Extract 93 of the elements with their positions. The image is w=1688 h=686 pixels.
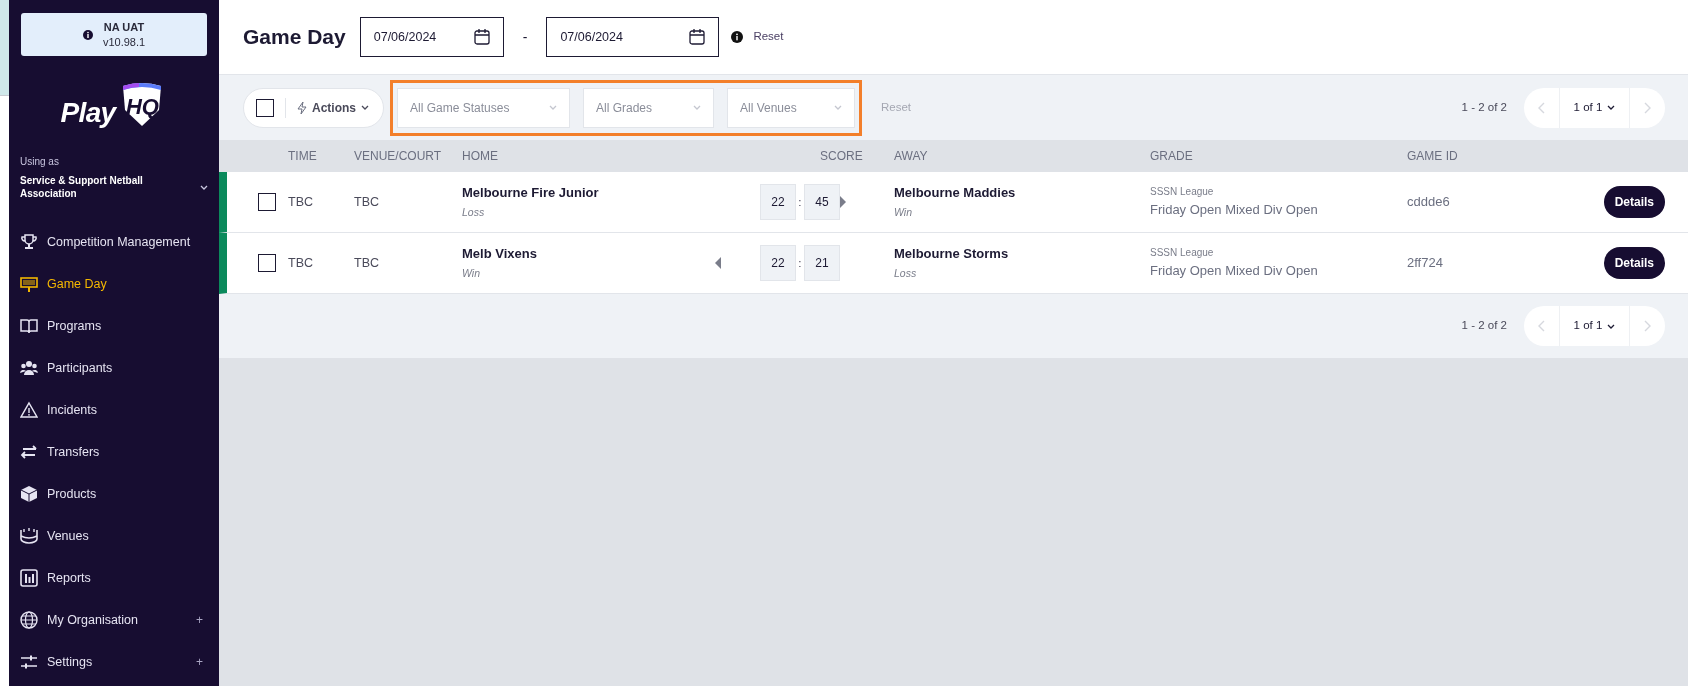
swap-arrows-icon bbox=[20, 443, 38, 461]
column-header: AWAY bbox=[894, 148, 929, 165]
scoreboard-icon bbox=[20, 275, 38, 293]
column-header: HOME bbox=[462, 148, 499, 165]
sliders-icon bbox=[20, 653, 38, 671]
score-box: 22 bbox=[760, 184, 796, 220]
chevron-down-icon bbox=[361, 105, 369, 110]
nav-item[interactable]: Game Day bbox=[9, 263, 219, 305]
column-header: VENUE/COURT bbox=[354, 148, 443, 165]
chevron-right-icon bbox=[1644, 101, 1651, 114]
filter-dropdown[interactable]: All Grades bbox=[583, 87, 714, 128]
grade-name: Friday Open Mixed Div Open bbox=[1150, 262, 1319, 281]
caption-text: Using as bbox=[20, 155, 60, 169]
table-cell-text: TBC bbox=[354, 193, 380, 211]
actions-button[interactable]: Actions bbox=[297, 98, 369, 117]
chevron-down-icon bbox=[1607, 105, 1616, 110]
logo: Play HQ bbox=[60, 80, 168, 128]
team-name: Melbourne Fire Junior bbox=[462, 183, 600, 202]
nav-item[interactable]: Products bbox=[9, 473, 219, 515]
score-box: 21 bbox=[804, 245, 840, 281]
nav-item[interactable]: Competition Management bbox=[9, 221, 219, 263]
people-icon bbox=[20, 359, 38, 377]
select-all-checkbox[interactable] bbox=[256, 98, 274, 117]
range-separator: - bbox=[522, 27, 528, 47]
version-text: v10.98.1 bbox=[102, 34, 146, 50]
nav-item[interactable]: Venues bbox=[9, 515, 219, 557]
team-name: Melbourne Storms bbox=[894, 244, 1010, 263]
organisation-selector[interactable]: Service & Support Netball Association bbox=[20, 174, 208, 200]
chevron-left-icon bbox=[1538, 320, 1545, 332]
calendar-icon bbox=[473, 29, 490, 45]
nav-item[interactable]: Incidents bbox=[9, 389, 219, 431]
expand-icon: + bbox=[196, 653, 203, 671]
score-separator: : bbox=[797, 195, 803, 210]
environment-name: NA UAT bbox=[103, 19, 145, 35]
column-header: TIME bbox=[288, 148, 318, 165]
globe-icon bbox=[20, 611, 38, 629]
details-button[interactable]: Details bbox=[1603, 186, 1665, 218]
score-box: 22 bbox=[760, 245, 796, 281]
info-icon bbox=[82, 29, 93, 40]
filter-dropdown[interactable]: All Game Statuses bbox=[397, 87, 570, 128]
chevron-down-icon bbox=[549, 105, 557, 110]
book-icon bbox=[20, 317, 38, 335]
date-field[interactable]: 07/06/2024 bbox=[359, 17, 504, 57]
result-text: Win bbox=[894, 205, 913, 221]
page-selector[interactable]: 1 of 1 bbox=[1560, 87, 1629, 128]
details-button[interactable]: Details bbox=[1603, 247, 1665, 279]
reset-link[interactable]: Reset bbox=[753, 28, 784, 46]
pagination-range: 1 - 2 of 2 bbox=[1461, 99, 1507, 115]
nav-item[interactable]: Settings + bbox=[9, 641, 219, 683]
trophy-icon bbox=[20, 233, 38, 251]
team-name: Melb Vixens bbox=[462, 244, 538, 263]
table-cell-text: cddde6 bbox=[1407, 193, 1450, 212]
team-name: Melbourne Maddies bbox=[894, 183, 1017, 202]
table-cell-text: TBC bbox=[288, 254, 314, 272]
column-header: GAME ID bbox=[1407, 148, 1459, 165]
pagination-range: 1 - 2 of 2 bbox=[1461, 318, 1507, 334]
page-selector[interactable]: 1 of 1 bbox=[1560, 306, 1629, 346]
chevron-down-icon bbox=[693, 105, 701, 110]
nav-item[interactable]: My Organisation + bbox=[9, 599, 219, 641]
expand-icon: + bbox=[196, 611, 203, 629]
chevron-down-icon bbox=[1607, 323, 1616, 329]
result-text: Loss bbox=[894, 266, 918, 282]
warning-icon bbox=[20, 401, 38, 419]
result-text: Loss bbox=[462, 205, 486, 221]
nav-item[interactable]: Programs bbox=[9, 305, 219, 347]
grade-name: Friday Open Mixed Div Open bbox=[1150, 201, 1319, 220]
chevron-down-icon bbox=[200, 184, 208, 190]
result-text: Win bbox=[462, 266, 481, 282]
nav-item[interactable]: Reports bbox=[9, 557, 219, 599]
row-checkbox[interactable] bbox=[258, 254, 276, 272]
nav-item[interactable]: Transfers bbox=[9, 431, 219, 473]
score-separator: : bbox=[797, 256, 803, 271]
chevron-left-icon bbox=[1538, 101, 1545, 114]
table-cell-text: TBC bbox=[288, 193, 314, 211]
competition-name: SSSN League bbox=[1150, 246, 1215, 261]
calendar-icon bbox=[689, 29, 706, 45]
chevron-right-icon bbox=[1644, 320, 1651, 332]
chevron-down-icon bbox=[834, 105, 842, 110]
page-title: Game Day bbox=[243, 24, 346, 51]
info-icon bbox=[731, 31, 744, 43]
competition-name: SSSN League bbox=[1150, 185, 1215, 200]
package-icon bbox=[20, 485, 38, 503]
lightning-icon bbox=[297, 101, 307, 114]
table-cell-text: TBC bbox=[354, 254, 380, 272]
nav-item[interactable]: Participants bbox=[9, 347, 219, 389]
row-checkbox[interactable] bbox=[258, 193, 276, 211]
score-box: 45 bbox=[804, 184, 840, 220]
date-field[interactable]: 07/06/2024 bbox=[546, 17, 720, 57]
filter-dropdown[interactable]: All Venues bbox=[727, 87, 855, 128]
column-header: GRADE bbox=[1150, 148, 1194, 165]
stadium-icon bbox=[20, 527, 38, 545]
bar-chart-icon bbox=[20, 569, 38, 587]
table-cell-text: 2ff724 bbox=[1407, 254, 1443, 273]
